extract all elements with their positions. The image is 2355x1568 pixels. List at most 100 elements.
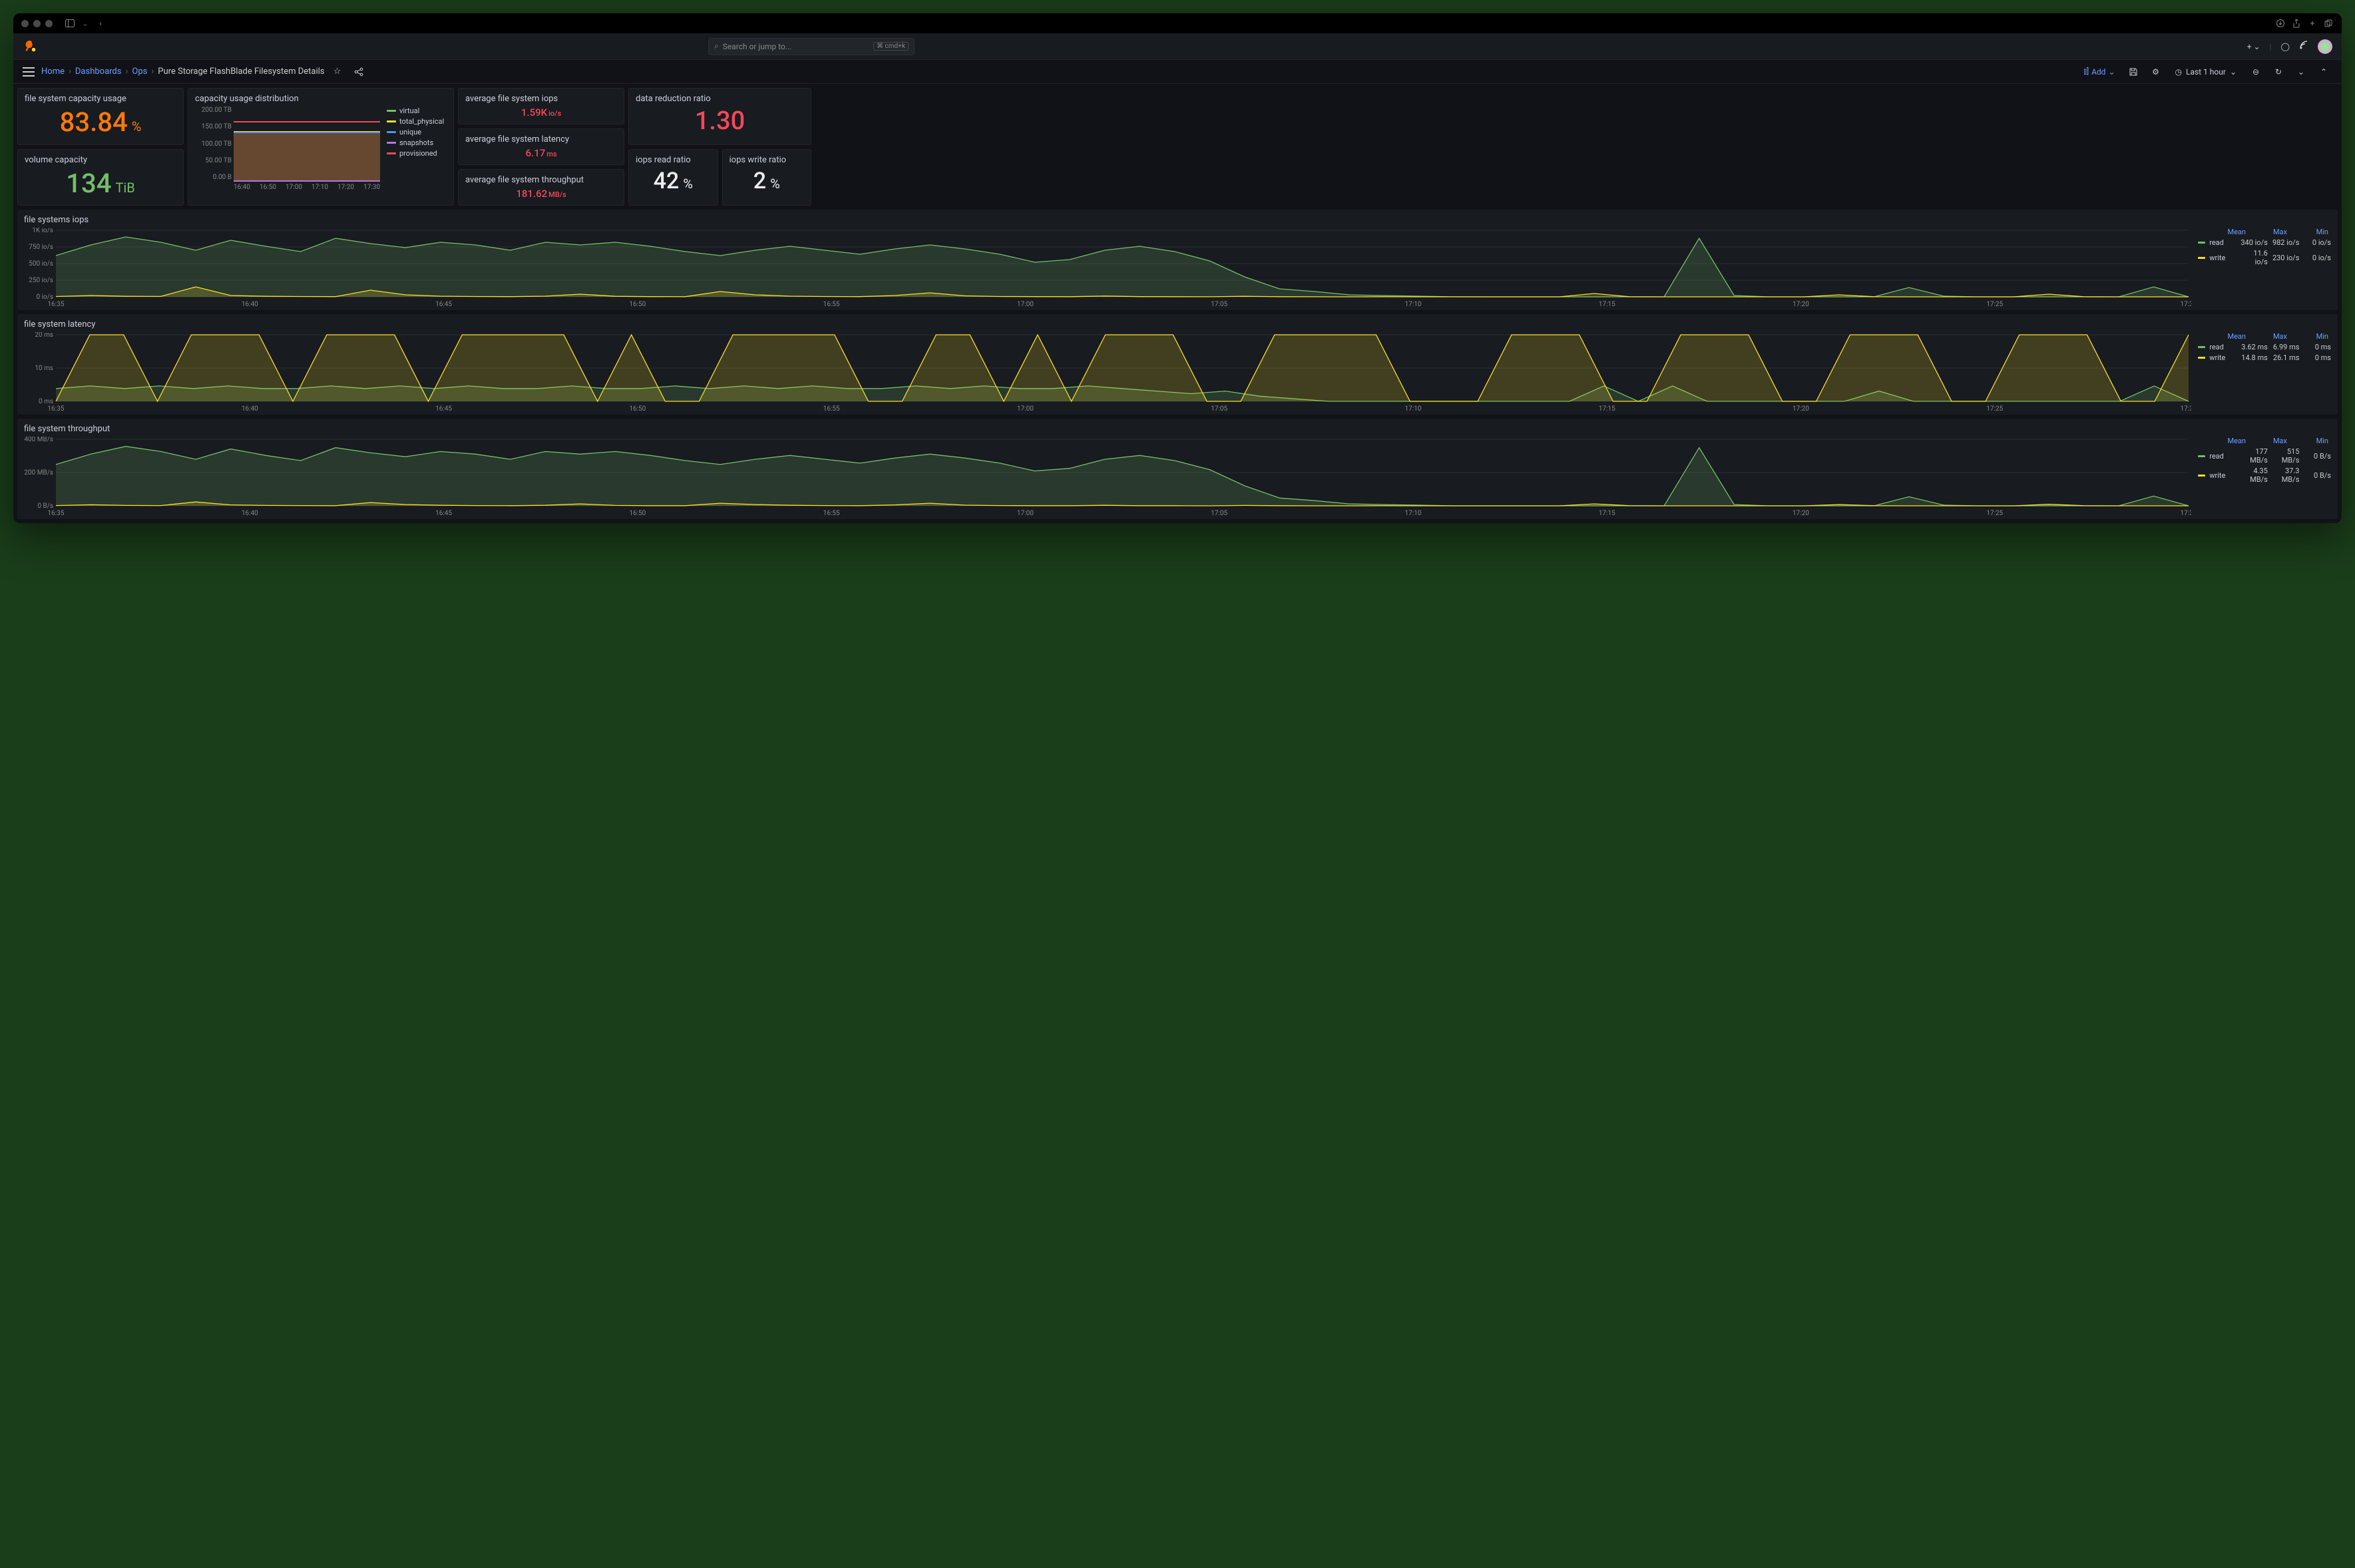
- svg-text:0 ms: 0 ms: [39, 398, 53, 405]
- chevron-down-icon: ⌄: [2230, 67, 2237, 77]
- crumb-current: Pure Storage FlashBlade Filesystem Detai…: [158, 67, 324, 77]
- chevron-down-icon[interactable]: ⌄: [82, 19, 89, 28]
- panel-capacity-distribution[interactable]: capacity usage distribution 200.00 TB150…: [188, 88, 454, 206]
- panel-title: capacity usage distribution: [195, 94, 447, 104]
- svg-text:17:15: 17:15: [1599, 301, 1615, 307]
- sidebar-icon[interactable]: [65, 18, 75, 29]
- svg-text:200 MB/s: 200 MB/s: [24, 469, 53, 477]
- svg-text:16:45: 16:45: [435, 510, 452, 516]
- breadcrumb: Home› Dashboards› Ops› Pure Storage Flas…: [41, 63, 367, 81]
- share-icon[interactable]: [2291, 18, 2302, 29]
- svg-text:16:55: 16:55: [823, 301, 840, 307]
- svg-text:17:05: 17:05: [1211, 405, 1227, 412]
- panel-title: average file system throughput: [465, 175, 617, 185]
- window-titlebar: ⌄ ‹ +: [13, 13, 2342, 33]
- legend: virtualtotal_physicaluniquesnapshotsprov…: [387, 106, 447, 193]
- panel-avg-throughput[interactable]: average file system throughput 181.62MB/…: [458, 169, 624, 206]
- traffic-lights[interactable]: [21, 20, 53, 27]
- crumb-home[interactable]: Home: [41, 67, 65, 77]
- panel-avg-latency[interactable]: average file system latency 6.17ms: [458, 128, 624, 165]
- add-button[interactable]: ⫾⫿ Add ⌄: [2079, 64, 2119, 79]
- stat-value: 42: [654, 168, 680, 194]
- panel-read-ratio[interactable]: iops read ratio 42%: [628, 149, 718, 206]
- x-axis: 16:4016:5017:0017:1017:2017:30: [234, 184, 380, 193]
- crumb-dashboards[interactable]: Dashboards: [75, 67, 122, 77]
- svg-text:17:20: 17:20: [1793, 405, 1809, 412]
- panel-throughput-timeseries[interactable]: file system throughput 0 B/s200 MB/s400 …: [17, 419, 2338, 519]
- svg-text:17:00: 17:00: [1017, 301, 1034, 307]
- stat-unit: MB/s: [548, 190, 566, 199]
- news-icon[interactable]: [2299, 41, 2308, 52]
- add-label: Add: [2091, 67, 2105, 77]
- panel-iops-timeseries[interactable]: file systems iops 0 io/s250 io/s500 io/s…: [17, 210, 2338, 310]
- panel-data-reduction[interactable]: data reduction ratio 1.30: [628, 88, 811, 145]
- plus-icon[interactable]: +: [2307, 18, 2318, 29]
- plus-dropdown-icon[interactable]: + ⌄: [2247, 42, 2260, 51]
- legend: MeanMaxMinread177 MB/s515 MB/s0 B/swrite…: [2198, 437, 2331, 516]
- svg-text:17:25: 17:25: [1986, 301, 2003, 307]
- stat-unit: ms: [546, 150, 556, 158]
- stat-value: 1.59K: [521, 106, 547, 118]
- svg-text:17:25: 17:25: [1986, 405, 2003, 412]
- plot-area: 0 ms10 ms20 ms16:3516:4016:4516:5016:551…: [24, 332, 2191, 412]
- back-icon[interactable]: ‹: [95, 18, 106, 29]
- panel-title: file system capacity usage: [25, 94, 176, 104]
- panel-fs-usage[interactable]: file system capacity usage 83.84 %: [17, 88, 184, 145]
- panel-latency-timeseries[interactable]: file system latency 0 ms10 ms20 ms16:351…: [17, 314, 2338, 415]
- star-icon[interactable]: ☆: [329, 63, 346, 81]
- panel-avg-iops[interactable]: average file system iops 1.59Kio/s: [458, 88, 624, 124]
- svg-text:0 io/s: 0 io/s: [36, 294, 53, 301]
- panel-title: average file system latency: [465, 134, 617, 144]
- svg-text:16:40: 16:40: [242, 301, 258, 307]
- zoom-out-icon[interactable]: ⊖: [2247, 63, 2264, 81]
- svg-text:17:05: 17:05: [1211, 510, 1227, 516]
- panel-write-ratio[interactable]: iops write ratio 2%: [722, 149, 812, 206]
- svg-text:16:45: 16:45: [435, 405, 452, 412]
- svg-text:16:55: 16:55: [823, 510, 840, 516]
- stat-unit: TiB: [115, 180, 134, 196]
- stat-value: 181.62: [516, 188, 547, 200]
- svg-text:17:20: 17:20: [1793, 510, 1809, 516]
- svg-text:750 io/s: 750 io/s: [29, 244, 53, 251]
- help-icon[interactable]: ◯: [2281, 42, 2290, 51]
- grafana-logo-icon[interactable]: [23, 39, 37, 54]
- search-input[interactable]: ⌕ Search or jump to... ⌘ cmd+k: [708, 38, 915, 55]
- svg-text:16:35: 16:35: [48, 405, 65, 412]
- search-icon: ⌕: [714, 41, 719, 51]
- download-icon[interactable]: [2275, 18, 2286, 29]
- collapse-icon[interactable]: ⌃: [2315, 63, 2332, 81]
- plot-area: 0 B/s200 MB/s400 MB/s16:3516:4016:4516:5…: [24, 437, 2191, 516]
- save-icon[interactable]: [2125, 63, 2142, 81]
- bar-chart-icon: ⫾⫿: [2083, 67, 2089, 77]
- panel-title: volume capacity: [25, 155, 176, 165]
- refresh-icon[interactable]: ↻: [2270, 63, 2287, 81]
- refresh-interval-icon[interactable]: ⌄: [2292, 63, 2310, 81]
- svg-text:17:20: 17:20: [1793, 301, 1809, 307]
- panel-title: data reduction ratio: [636, 94, 804, 104]
- clock-icon: ◷: [2175, 67, 2182, 77]
- stat-unit: io/s: [548, 109, 561, 118]
- dashboard-body: file system capacity usage 83.84 % volum…: [13, 84, 2342, 523]
- menu-toggle-icon[interactable]: [23, 67, 35, 77]
- svg-text:0 B/s: 0 B/s: [37, 502, 53, 510]
- stat-value: 83.84: [60, 106, 128, 138]
- crumb-ops[interactable]: Ops: [132, 67, 147, 77]
- time-range-picker[interactable]: ◷ Last 1 hour ⌄: [2170, 65, 2243, 79]
- panel-title: file system throughput: [24, 424, 2331, 434]
- panel-vol-capacity[interactable]: volume capacity 134 TiB: [17, 149, 184, 206]
- svg-text:16:40: 16:40: [242, 510, 258, 516]
- y-axis: 200.00 TB150.00 TB100.00 TB50.00 TB0.00 …: [195, 106, 232, 181]
- panel-title: average file system iops: [465, 94, 617, 104]
- svg-text:17:10: 17:10: [1404, 510, 1421, 516]
- legend: MeanMaxMinread3.62 ms6.99 ms0 mswrite14.…: [2198, 332, 2331, 412]
- svg-text:20 ms: 20 ms: [35, 332, 53, 339]
- svg-text:17:30: 17:30: [2181, 405, 2191, 412]
- time-range-label: Last 1 hour: [2186, 67, 2226, 77]
- share-dashboard-icon[interactable]: [350, 63, 367, 81]
- user-avatar[interactable]: [2318, 39, 2332, 54]
- svg-text:16:40: 16:40: [242, 405, 258, 412]
- chevron-down-icon: ⌄: [2108, 67, 2115, 77]
- svg-text:16:50: 16:50: [629, 510, 646, 516]
- settings-icon[interactable]: ⚙: [2147, 63, 2165, 81]
- copy-icon[interactable]: [2323, 18, 2334, 29]
